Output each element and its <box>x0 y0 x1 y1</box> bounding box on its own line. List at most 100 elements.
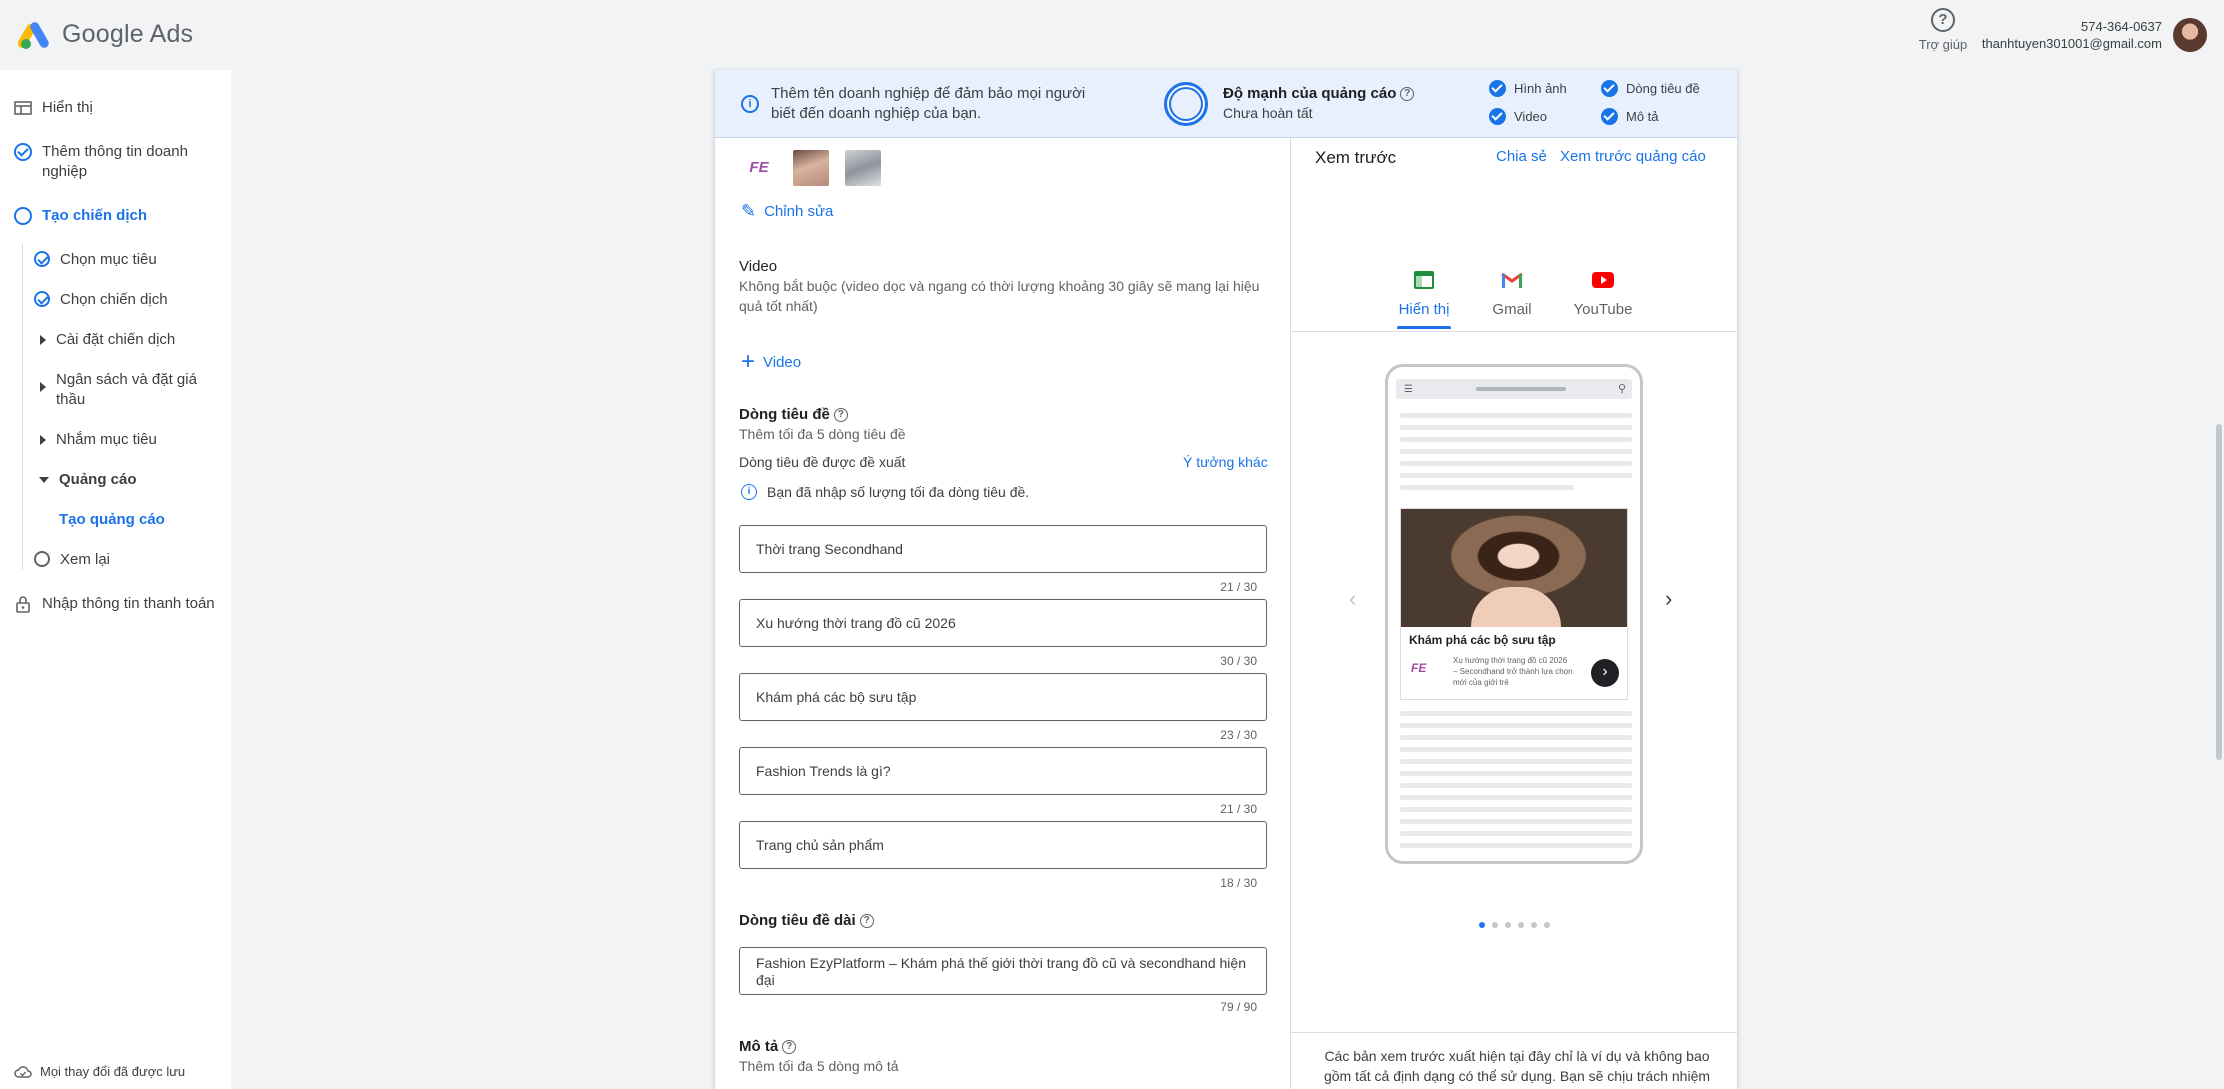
sidebar-item-billing[interactable]: Nhập thông tin thanh toán <box>14 594 215 614</box>
help-icon: ? <box>1931 8 1955 32</box>
headline-input[interactable]: Fashion Trends là gì? <box>739 747 1267 795</box>
sidebar-item-ads[interactable]: Quảng cáo <box>34 470 137 490</box>
edit-images-button[interactable]: ✎ Chỉnh sửa <box>741 201 833 222</box>
help-icon[interactable]: ? <box>1400 87 1415 102</box>
check-images: Hình ảnh <box>1489 80 1567 97</box>
sidebar-item-business-info[interactable]: Thêm thông tin doanh nghiệp <box>14 142 194 182</box>
ad-logo: FE <box>1411 661 1427 675</box>
placeholder-line <box>1400 807 1632 812</box>
placeholder-line <box>1400 723 1632 728</box>
slide-dot[interactable] <box>1505 922 1511 928</box>
sidebar-item-label: Thêm thông tin doanh nghiệp <box>42 143 188 180</box>
info-icon: i <box>741 95 759 113</box>
help-icon[interactable]: ? <box>859 914 874 929</box>
sidebar-item-choose-campaign[interactable]: Chọn chiến dịch <box>34 290 168 310</box>
headline-input[interactable]: Trang chủ sản phẩm <box>739 821 1267 869</box>
search-icon: ⚲ <box>1617 383 1626 395</box>
sidebar-item-review[interactable]: Xem lại <box>34 550 110 570</box>
more-ideas-link[interactable]: Ý tưởng khác <box>1183 454 1268 470</box>
circle-icon <box>14 207 32 225</box>
check-icon <box>1489 108 1506 125</box>
add-video-label: Video <box>763 353 802 371</box>
plus-icon: + <box>741 348 756 375</box>
sidebar-item-create-ad[interactable]: Tạo quảng cáo <box>59 510 165 530</box>
long-headline-title: Dòng tiêu đề dài? <box>739 912 874 929</box>
check-icon <box>1489 80 1506 97</box>
next-slide-icon[interactable]: › <box>1665 586 1672 612</box>
slide-dot[interactable] <box>1531 922 1537 928</box>
saved-status: Mọi thay đổi đã được lưu <box>14 1064 185 1079</box>
ad-strength-banner: i Thêm tên doanh nghiệp để đảm bảo mọi n… <box>715 70 1737 138</box>
slide-dot[interactable] <box>1518 922 1524 928</box>
check-video: Video <box>1489 108 1547 125</box>
google-ads-logo[interactable]: Google Ads <box>18 17 193 51</box>
lock-icon <box>16 596 30 613</box>
help-icon[interactable]: ? <box>833 408 848 423</box>
video-title: Video <box>739 258 778 275</box>
check-circle-icon <box>34 251 50 267</box>
description-title: Mô tả? <box>739 1038 797 1055</box>
layout-icon <box>14 101 32 115</box>
edit-label: Chỉnh sửa <box>764 203 834 220</box>
placeholder-line <box>1400 413 1632 418</box>
chevron-right-icon[interactable]: › <box>1591 659 1619 687</box>
tab-youtube[interactable]: YouTube <box>1571 270 1635 318</box>
url-placeholder <box>1476 387 1566 391</box>
sidebar-item-campaign-settings[interactable]: Cài đặt chiến dịch <box>34 330 175 350</box>
slide-dot[interactable] <box>1492 922 1498 928</box>
headline-input[interactable]: Thời trang Secondhand <box>739 525 1267 573</box>
placeholder-line <box>1400 771 1632 776</box>
tab-gmail[interactable]: Gmail <box>1487 270 1537 318</box>
logo-thumbnail[interactable]: FE <box>741 150 777 186</box>
video-hint: Không bắt buộc (video dọc và ngang có th… <box>739 278 1260 314</box>
add-video-button[interactable]: + Video <box>741 348 801 376</box>
app-name: Google Ads <box>62 19 194 48</box>
phone-preview: ☰ ⚲ Khám phá các bộ sưu tập FE Xu hướng … <box>1385 364 1643 864</box>
selected-tab-indicator <box>1397 326 1451 329</box>
page-scrollbar[interactable] <box>2216 424 2222 760</box>
sidebar-item-display[interactable]: Hiển thị <box>14 98 93 118</box>
image-thumbnail[interactable] <box>845 150 881 186</box>
char-count: 21 / 30 <box>1220 580 1257 594</box>
long-headline-input[interactable]: Fashion EzyPlatform – Khám phá thế giới … <box>739 947 1267 995</box>
help-label: Trợ giúp <box>1918 37 1968 52</box>
slide-dot[interactable] <box>1479 922 1485 928</box>
banner-message: Thêm tên doanh nghiệp để đảm bảo mọi ngư… <box>771 85 1086 122</box>
check-icon <box>1601 108 1618 125</box>
sidebar-item-targeting[interactable]: Nhắm mục tiêu <box>34 430 157 450</box>
slide-dot[interactable] <box>1544 922 1550 928</box>
description-hint: Thêm tối đa 5 dòng mô tả <box>739 1058 899 1074</box>
char-count: 21 / 30 <box>1220 802 1257 816</box>
sidebar-item-label: Tạo chiến dịch <box>42 207 148 224</box>
google-ads-logo-icon <box>18 22 49 49</box>
suggested-headlines-label: Dòng tiêu đề được đề xuất <box>739 454 906 470</box>
display-icon <box>1414 271 1434 289</box>
placeholder-line <box>1400 473 1632 478</box>
sidebar-item-label: Xem lại <box>60 551 111 568</box>
phone-browser-bar: ☰ ⚲ <box>1396 379 1632 399</box>
tab-display[interactable]: Hiển thị <box>1395 270 1453 318</box>
previous-slide-icon[interactable]: ‹ <box>1349 586 1356 612</box>
help-icon[interactable]: ? <box>782 1040 797 1055</box>
help-button[interactable]: ? Trợ giúp <box>1912 8 1974 52</box>
headlines-hint: Thêm tối đa 5 dòng tiêu đề <box>739 426 906 442</box>
sidebar-item-label: Quảng cáo <box>59 471 137 488</box>
account-info[interactable]: 574-364-0637 thanhtuyen301001@gmail.com <box>1982 18 2162 52</box>
ad-preview-card[interactable]: Khám phá các bộ sưu tập FE Xu hướng thời… <box>1400 508 1628 700</box>
sidebar-item-choose-goal[interactable]: Chọn mục tiêu <box>34 250 157 270</box>
sidebar-item-create-campaign[interactable]: Tạo chiến dịch <box>14 206 147 226</box>
caret-right-icon <box>40 382 46 392</box>
ad-headline: Khám phá các bộ sưu tập <box>1409 633 1556 647</box>
placeholder-line <box>1400 759 1632 764</box>
caret-down-icon <box>39 477 49 483</box>
check-circle-icon <box>14 143 32 161</box>
preview-ads-link[interactable]: Xem trước quảng cáo <box>1560 148 1706 165</box>
caret-right-icon <box>40 335 46 345</box>
headline-input[interactable]: Khám phá các bộ sưu tập <box>739 673 1267 721</box>
sidebar-item-budget-bidding[interactable]: Ngân sách và đặt giá thầu <box>34 370 204 410</box>
image-thumbnail[interactable] <box>793 150 829 186</box>
share-link[interactable]: Chia sẻ <box>1496 148 1547 165</box>
headline-input[interactable]: Xu hướng thời trang đồ cũ 2026 <box>739 599 1267 647</box>
avatar[interactable] <box>2173 18 2207 52</box>
placeholder-line <box>1400 795 1632 800</box>
